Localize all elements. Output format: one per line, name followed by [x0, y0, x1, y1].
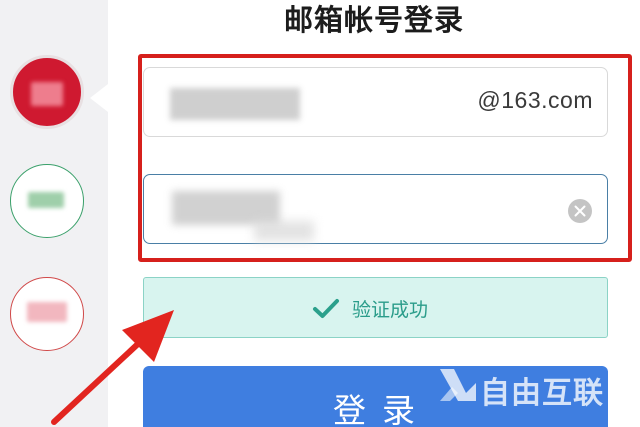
verify-status-text: 验证成功 [352, 299, 429, 321]
arrow-icon [51, 310, 174, 425]
watermark-text: 自由互联 [480, 376, 604, 411]
blurred-avatar-label [31, 82, 63, 106]
account-avatar-1[interactable] [10, 55, 84, 129]
login-screen: 邮箱帐号登录 @163.com 验证成功 登录 自由互联 [0, 0, 640, 427]
check-icon [313, 299, 339, 318]
account-avatar-2[interactable] [10, 164, 84, 238]
blurred-avatar-label [28, 192, 64, 208]
selected-account-pointer [90, 84, 108, 112]
watermark: 自由互联 [436, 360, 640, 411]
highlight-frame [138, 54, 632, 262]
page-title: 邮箱帐号登录 [283, 3, 464, 37]
login-button-label: 登录 [333, 391, 431, 427]
watermark-logo-icon [440, 369, 476, 401]
captcha-verify-bar[interactable]: 验证成功 [143, 277, 608, 338]
